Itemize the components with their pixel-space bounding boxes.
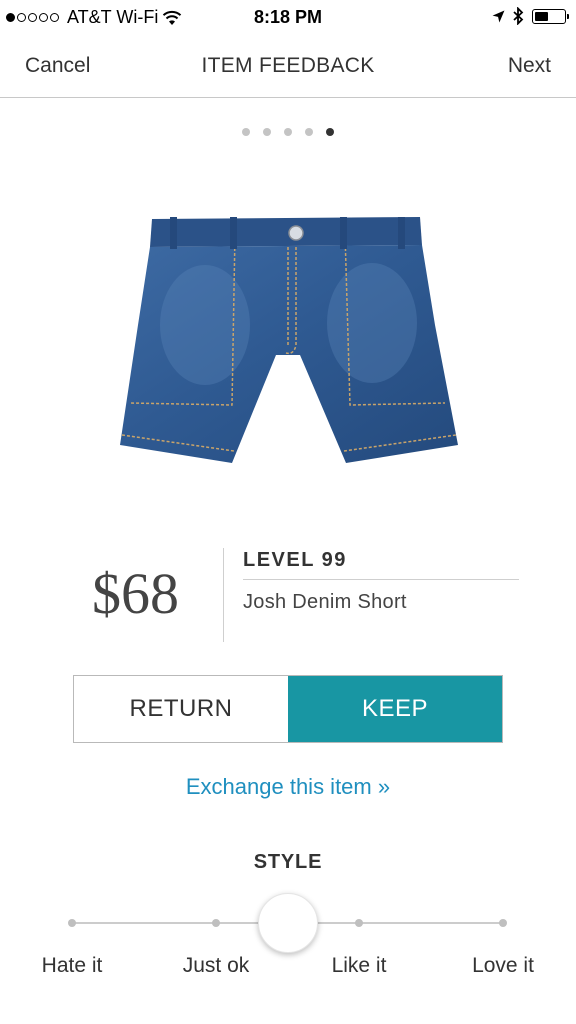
status-right [492, 7, 569, 25]
battery-icon [532, 8, 569, 24]
page-dot [305, 128, 313, 136]
location-arrow-icon [492, 10, 505, 22]
keep-button[interactable]: KEEP [288, 676, 502, 742]
rating-label-love-it[interactable]: Love it [472, 954, 534, 978]
product-name: Josh Denim Short [243, 591, 407, 613]
page-indicator [0, 128, 576, 136]
return-keep-toggle: RETURN KEEP [73, 675, 503, 743]
next-button[interactable]: Next [508, 54, 551, 78]
page-dot-active [326, 128, 334, 136]
product-image-denim-shorts [120, 217, 458, 463]
style-rating-labels: Hate it Just ok Like it Love it [0, 954, 576, 984]
exchange-item-link[interactable]: Exchange this item » [0, 774, 576, 800]
rating-label-hate-it[interactable]: Hate it [42, 954, 103, 978]
slider-tick [499, 919, 507, 927]
slider-tick [212, 919, 220, 927]
cancel-button[interactable]: Cancel [25, 54, 90, 78]
status-bar: AT&T Wi-Fi 8:18 PM [0, 0, 576, 36]
style-heading: STYLE [253, 851, 323, 873]
product-price: $68 [92, 561, 179, 626]
brand-divider [243, 579, 519, 580]
page-dot [284, 128, 292, 136]
page-dot [242, 128, 250, 136]
price-divider [223, 548, 224, 642]
page-dot [263, 128, 271, 136]
slider-thumb[interactable] [258, 893, 318, 953]
slider-tick [68, 919, 76, 927]
page-title-text: ITEM FEEDBACK [201, 54, 375, 77]
rating-label-just-ok[interactable]: Just ok [183, 954, 250, 978]
style-rating-slider[interactable] [0, 890, 576, 960]
slider-tick [355, 919, 363, 927]
status-time: 8:18 PM [253, 7, 323, 27]
return-button[interactable]: RETURN [74, 676, 288, 742]
rating-label-like-it[interactable]: Like it [332, 954, 387, 978]
nav-bar: Cancel ITEM FEEDBACK Next [0, 36, 576, 98]
product-brand: LEVEL 99 [243, 549, 347, 571]
bluetooth-icon [513, 7, 524, 25]
